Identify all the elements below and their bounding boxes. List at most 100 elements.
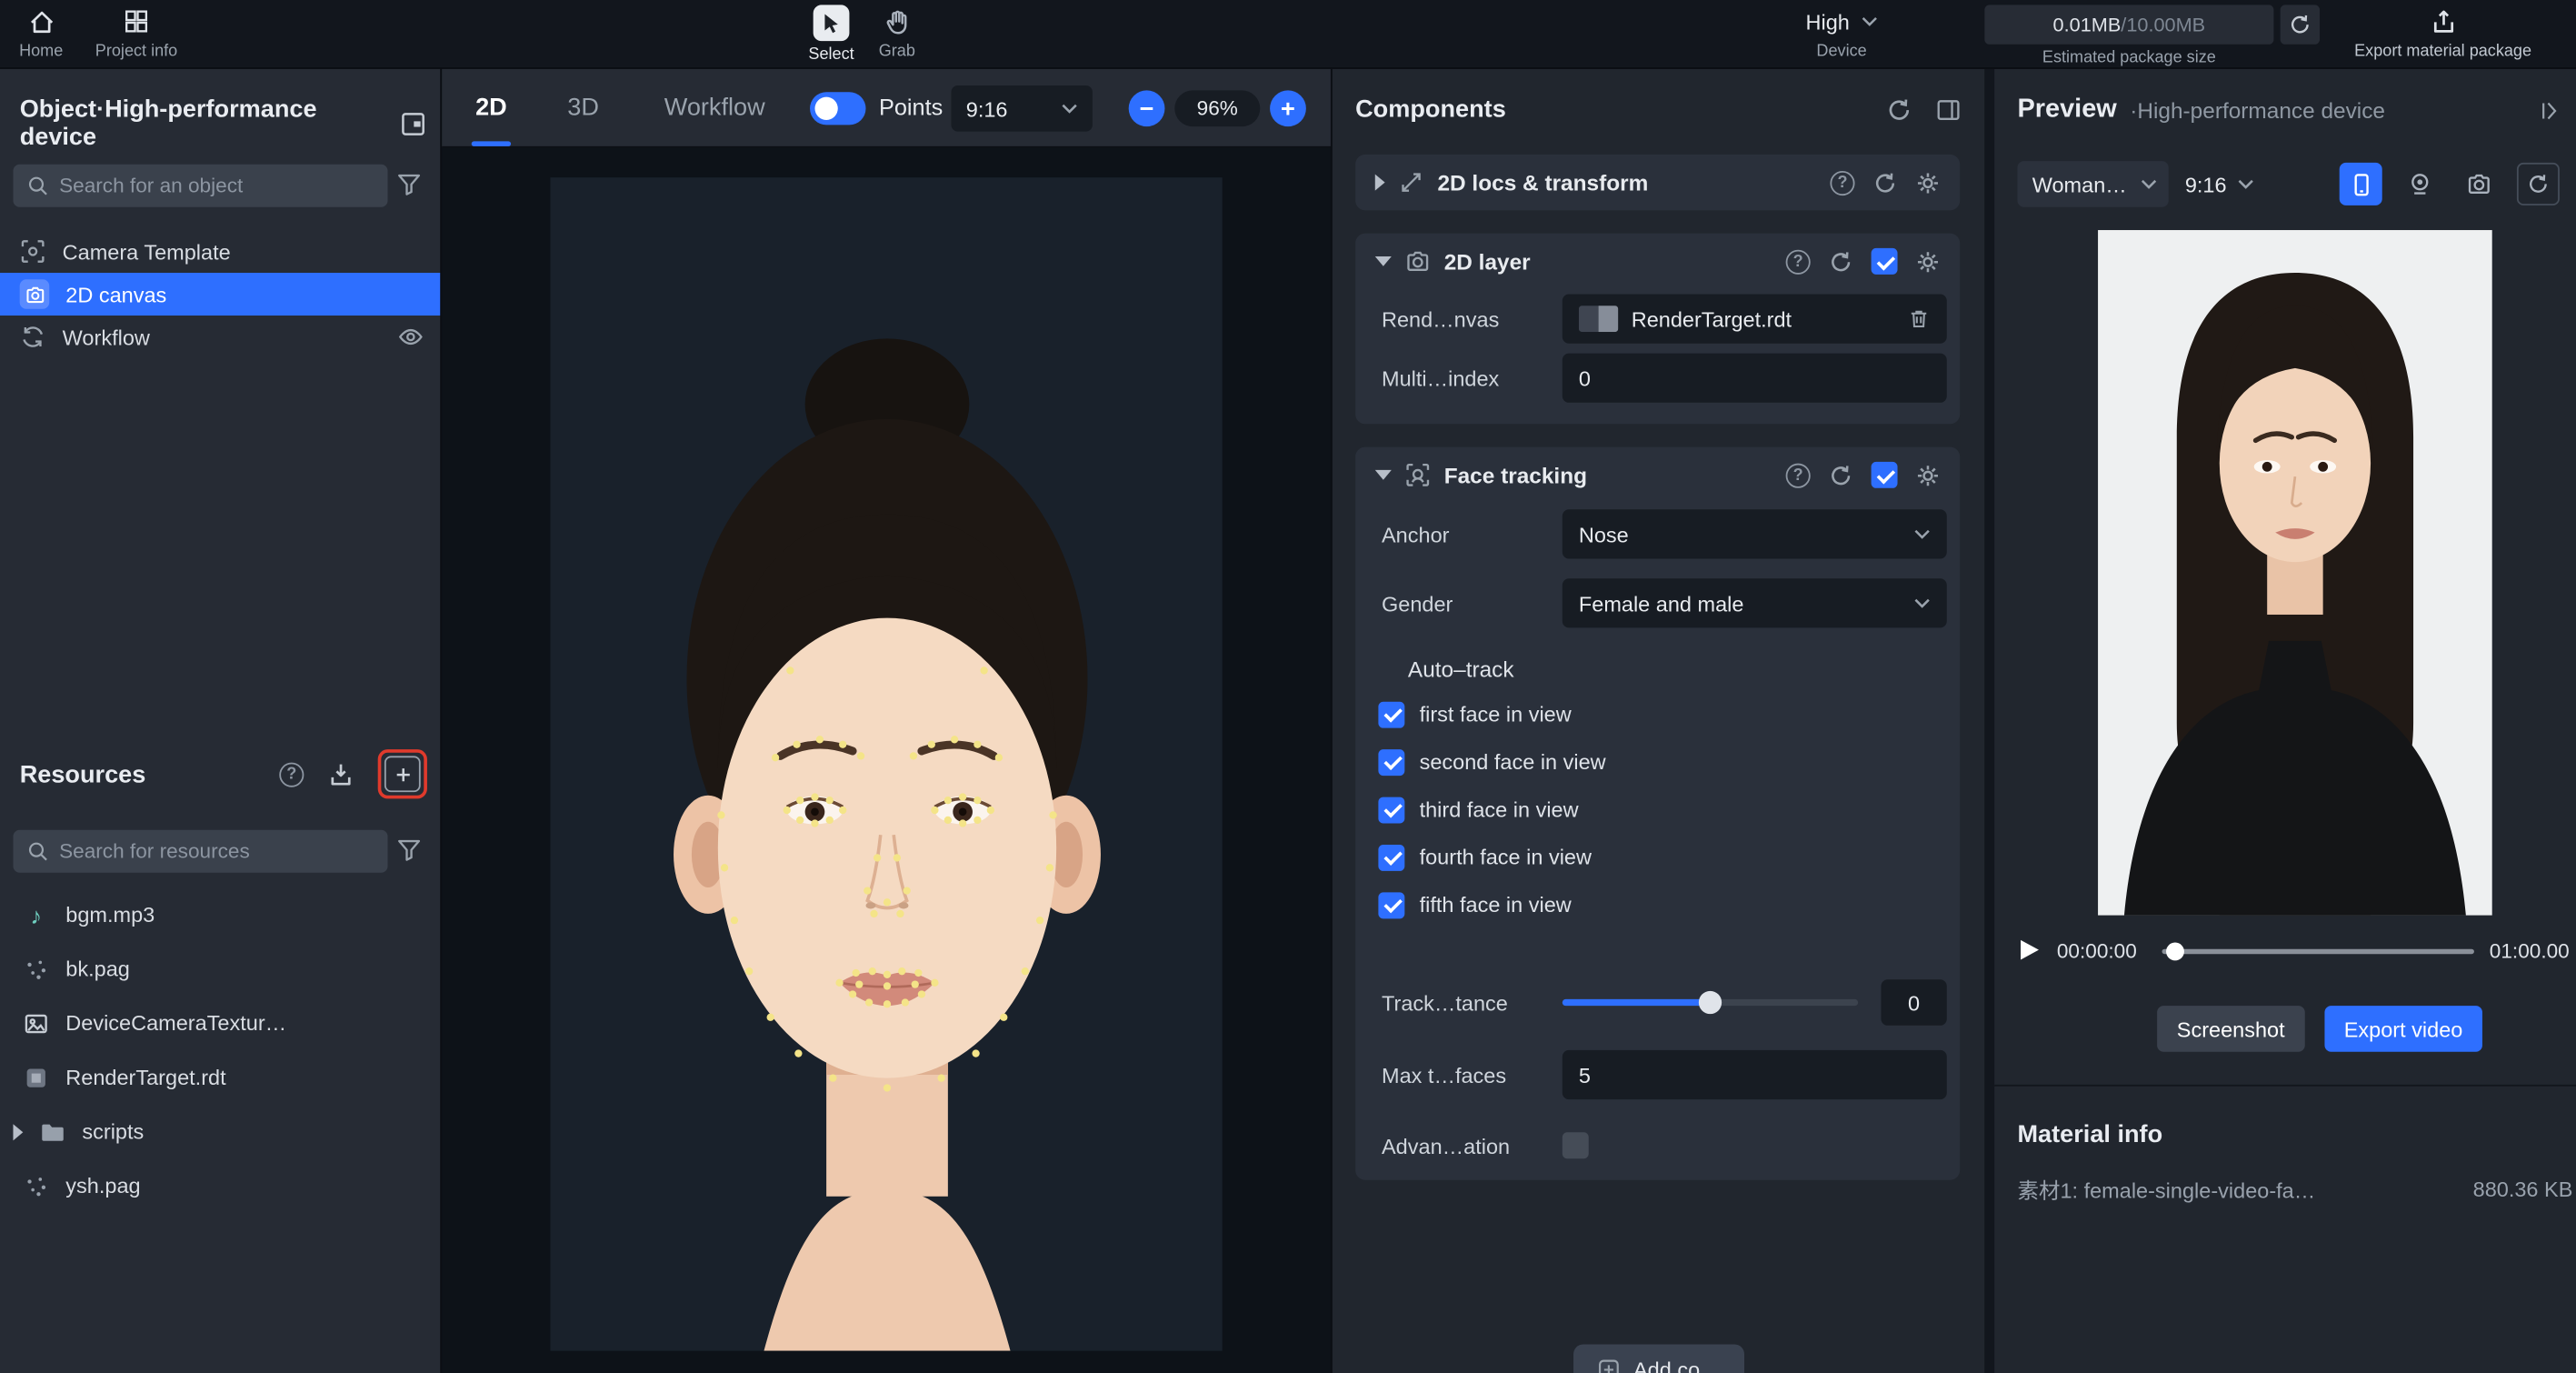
slider-knob[interactable] bbox=[1699, 991, 1722, 1014]
section-enabled-checkbox[interactable] bbox=[1872, 462, 1898, 488]
grab-tool-button[interactable]: Grab bbox=[867, 5, 926, 60]
export-package-button[interactable]: Export material package bbox=[2332, 5, 2552, 60]
play-button[interactable] bbox=[2021, 940, 2039, 960]
project-info-button[interactable]: Project info bbox=[82, 5, 190, 60]
help-icon[interactable] bbox=[1786, 463, 1811, 487]
anchor-label: Anchor bbox=[1382, 522, 1563, 546]
tree-item-2d-canvas[interactable]: 2D canvas bbox=[0, 273, 440, 316]
gear-icon[interactable] bbox=[1915, 249, 1940, 274]
playback-knob[interactable] bbox=[2165, 943, 2183, 961]
auto-track-option-3[interactable]: third face in view bbox=[1355, 786, 1960, 833]
resource-item-scripts-folder[interactable]: scripts bbox=[0, 1105, 440, 1159]
resource-item-device-camera-texture[interactable]: DeviceCameraTextur… bbox=[0, 996, 440, 1050]
checkbox-checked[interactable] bbox=[1378, 844, 1404, 870]
tab-workflow[interactable]: Workflow bbox=[653, 69, 777, 146]
object-search-input[interactable] bbox=[59, 175, 374, 197]
multi-index-input[interactable]: 0 bbox=[1563, 354, 1947, 403]
add-component-button[interactable]: Add co… bbox=[1573, 1344, 1744, 1373]
resource-item-bk-pag[interactable]: bk.pag bbox=[0, 942, 440, 997]
slider-fill bbox=[1563, 999, 1711, 1006]
checkbox-checked[interactable] bbox=[1378, 701, 1404, 727]
resource-item-ysh-pag[interactable]: ysh.pag bbox=[0, 1158, 440, 1213]
checkbox-checked[interactable] bbox=[1378, 892, 1404, 918]
topbar: Home Project info Select Grab High bbox=[0, 0, 2576, 69]
resource-label: scripts bbox=[82, 1119, 144, 1144]
phone-preview-button[interactable] bbox=[2340, 163, 2382, 205]
max-faces-input[interactable]: 5 bbox=[1563, 1050, 1947, 1099]
add-resource-button[interactable] bbox=[384, 756, 421, 792]
annotation-highlight-box bbox=[378, 749, 427, 798]
package-used: 0.01MB bbox=[2053, 13, 2122, 35]
preview-model-dropdown[interactable]: Woman… bbox=[2017, 161, 2168, 207]
help-icon[interactable] bbox=[1830, 170, 1854, 195]
collapse-caret-icon[interactable] bbox=[1375, 470, 1392, 480]
anchor-value: Nose bbox=[1579, 522, 1629, 546]
reset-icon[interactable] bbox=[1829, 463, 1853, 487]
preview-model-value: Woman… bbox=[2032, 172, 2127, 196]
eye-icon[interactable] bbox=[397, 324, 424, 350]
aspect-ratio-select[interactable]: 9:16 bbox=[951, 85, 1092, 132]
canvas-viewport[interactable] bbox=[550, 177, 1222, 1350]
home-button[interactable]: Home bbox=[10, 5, 73, 60]
device-quality-dropdown[interactable]: High Device bbox=[1771, 5, 1912, 60]
grab-hand-icon bbox=[883, 5, 911, 37]
checkbox-checked[interactable] bbox=[1378, 748, 1404, 775]
tracking-distance-slider[interactable] bbox=[1563, 999, 1858, 1006]
zoom-in-button[interactable]: + bbox=[1270, 90, 1306, 126]
trash-icon[interactable] bbox=[1907, 307, 1930, 330]
gear-icon[interactable] bbox=[1915, 463, 1940, 487]
tab-2d[interactable]: 2D bbox=[468, 69, 514, 146]
max-faces-value: 5 bbox=[1579, 1062, 1591, 1087]
export-video-button[interactable]: Export video bbox=[2324, 1006, 2482, 1052]
reset-icon[interactable] bbox=[1872, 170, 1897, 195]
section-enabled-checkbox[interactable] bbox=[1872, 248, 1898, 275]
playback-track[interactable] bbox=[2162, 949, 2474, 954]
tab-3d[interactable]: 3D bbox=[560, 69, 606, 146]
export-icon bbox=[2429, 5, 2457, 37]
chevron-down-icon bbox=[2238, 179, 2254, 189]
locate-object-icon[interactable] bbox=[399, 109, 427, 137]
package-refresh-button[interactable] bbox=[2281, 5, 2320, 44]
screenshot-button[interactable]: Screenshot bbox=[2157, 1006, 2304, 1052]
import-resource-button[interactable] bbox=[327, 760, 355, 788]
resource-search-input[interactable] bbox=[59, 840, 374, 863]
render-target-field[interactable]: RenderTarget.rdt bbox=[1563, 295, 1947, 344]
advanced-config-checkbox[interactable] bbox=[1563, 1132, 1589, 1158]
auto-track-option-2[interactable]: second face in view bbox=[1355, 738, 1960, 786]
auto-track-option-4[interactable]: fourth face in view bbox=[1355, 833, 1960, 880]
gear-icon[interactable] bbox=[1915, 170, 1940, 195]
anchor-dropdown[interactable]: Nose bbox=[1563, 509, 1947, 558]
object-search-box[interactable] bbox=[13, 165, 387, 207]
resource-filter-button[interactable] bbox=[396, 837, 423, 863]
auto-track-option-5[interactable]: fifth face in view bbox=[1355, 881, 1960, 928]
panel-layout-icon[interactable] bbox=[1935, 96, 1962, 123]
expand-caret-icon[interactable] bbox=[13, 1123, 23, 1139]
help-icon[interactable] bbox=[1786, 249, 1811, 274]
refresh-preview-button[interactable] bbox=[2517, 163, 2560, 205]
expand-caret-icon[interactable] bbox=[1375, 175, 1385, 191]
camera-preview-button[interactable] bbox=[2458, 163, 2501, 205]
select-tool-button[interactable]: Select bbox=[798, 5, 864, 64]
preview-aspect-dropdown[interactable]: 9:16 bbox=[2185, 172, 2254, 196]
playback-slider[interactable] bbox=[2162, 930, 2474, 973]
collapse-panel-icon[interactable] bbox=[2538, 98, 2562, 123]
refresh-icon bbox=[2281, 5, 2320, 44]
reset-icon[interactable] bbox=[1829, 249, 1853, 274]
render-target-value: RenderTarget.rdt bbox=[1632, 306, 1792, 331]
webcam-preview-button[interactable] bbox=[2399, 163, 2441, 205]
resource-search-box[interactable] bbox=[13, 830, 387, 873]
tracking-distance-value[interactable]: 0 bbox=[1881, 979, 1946, 1026]
resources-help-icon[interactable] bbox=[279, 762, 304, 787]
gender-dropdown[interactable]: Female and male bbox=[1563, 578, 1947, 627]
auto-track-option-1[interactable]: first face in view bbox=[1355, 690, 1960, 737]
resource-item-render-target[interactable]: RenderTarget.rdt bbox=[0, 1050, 440, 1105]
reset-components-icon[interactable] bbox=[1886, 96, 1912, 123]
tree-item-workflow[interactable]: Workflow bbox=[0, 316, 440, 358]
object-filter-button[interactable] bbox=[396, 171, 423, 197]
points-toggle[interactable] bbox=[810, 92, 865, 125]
zoom-out-button[interactable]: − bbox=[1129, 90, 1165, 126]
tree-item-camera-template[interactable]: Camera Template bbox=[0, 230, 440, 273]
resource-item-bgm[interactable]: ♪ bgm.mp3 bbox=[0, 887, 440, 942]
checkbox-checked[interactable] bbox=[1378, 797, 1404, 823]
collapse-caret-icon[interactable] bbox=[1375, 256, 1392, 266]
